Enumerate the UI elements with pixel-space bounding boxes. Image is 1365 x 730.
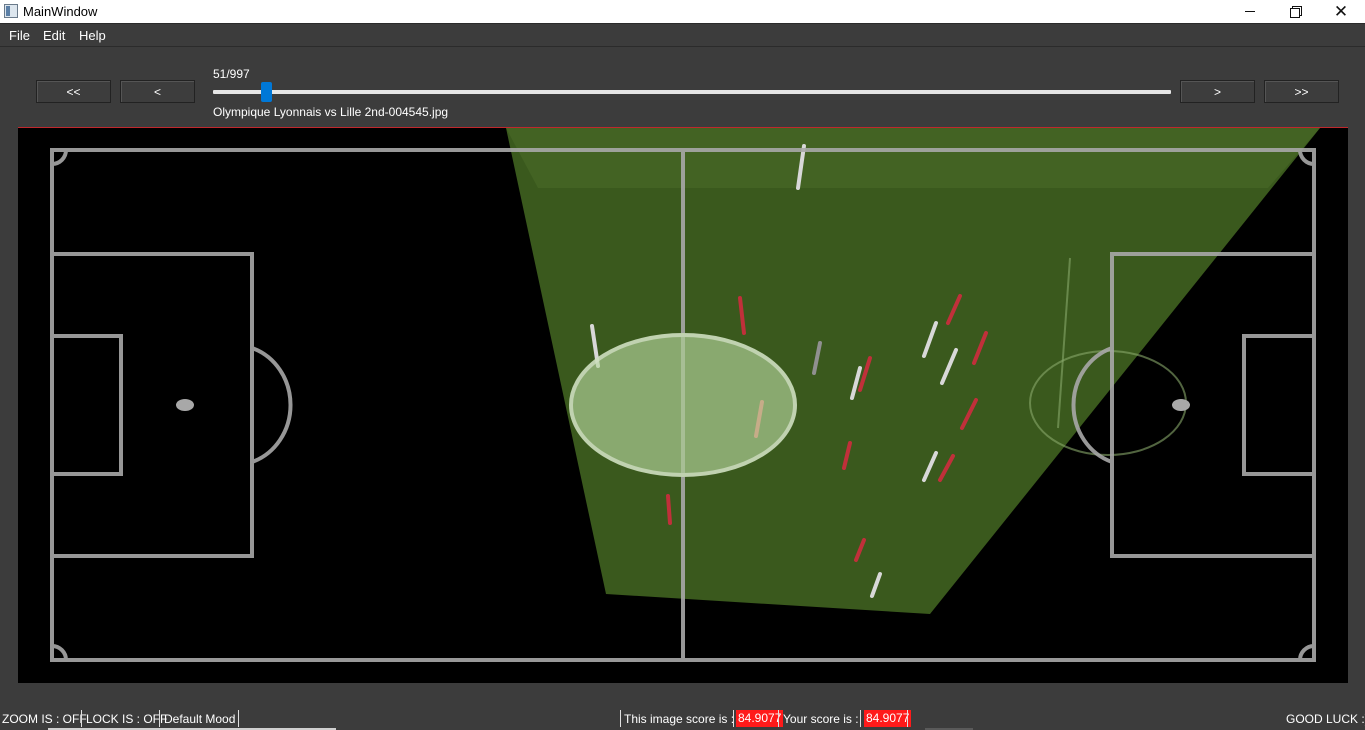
zoom-status: ZOOM IS : OFF — [2, 712, 87, 726]
first-frame-button[interactable]: << — [36, 80, 111, 103]
menu-file[interactable]: File — [9, 28, 30, 43]
good-luck-text: GOOD LUCK :) — [1286, 712, 1365, 726]
status-separator — [907, 710, 908, 727]
lock-status: LOCK IS : OFF — [86, 712, 168, 726]
frame-slider[interactable] — [213, 82, 1171, 102]
status-separator — [860, 710, 861, 727]
title-bar: MainWindow ✕ — [0, 0, 1365, 23]
your-score-label: Your score is : — [783, 712, 859, 726]
status-separator — [159, 710, 160, 727]
menu-edit[interactable]: Edit — [43, 28, 65, 43]
status-separator — [733, 710, 734, 727]
window-title: MainWindow — [23, 4, 98, 19]
mood-status: Default Mood — [164, 712, 236, 726]
status-separator — [238, 710, 239, 727]
status-separator — [778, 710, 779, 727]
previous-frame-button[interactable]: < — [120, 80, 195, 103]
image-filename: Olympique Lyonnais vs Lille 2nd-004545.j… — [213, 105, 449, 119]
status-separator — [620, 710, 621, 727]
close-icon: ✕ — [1333, 1, 1349, 21]
status-bar: ZOOM IS : OFF LOCK IS : OFF Default Mood… — [0, 708, 1365, 730]
restore-button[interactable] — [1272, 0, 1318, 23]
right-penalty-spot — [1172, 399, 1190, 411]
restore-icon — [1289, 6, 1302, 18]
pitch-canvas[interactable] — [18, 128, 1348, 683]
menu-help[interactable]: Help — [79, 28, 106, 43]
slider-handle[interactable] — [261, 82, 272, 102]
frame-counter: 51/997 — [213, 67, 250, 81]
next-frame-button[interactable]: > — [1180, 80, 1255, 103]
minimize-icon — [1245, 11, 1255, 12]
last-frame-button[interactable]: >> — [1264, 80, 1339, 103]
app-icon — [4, 4, 18, 18]
image-score-label: This image score is : — [624, 712, 735, 726]
your-score-value: 84.9077 — [864, 710, 912, 727]
close-button[interactable]: ✕ — [1318, 0, 1364, 23]
menu-bar: File Edit Help — [0, 23, 1365, 47]
image-viewport[interactable] — [18, 127, 1348, 683]
slider-track[interactable] — [213, 90, 1171, 94]
status-separator — [81, 710, 82, 727]
image-score-value: 84.9077 — [736, 710, 784, 727]
left-penalty-spot — [176, 399, 194, 411]
minimize-button[interactable] — [1227, 0, 1273, 23]
